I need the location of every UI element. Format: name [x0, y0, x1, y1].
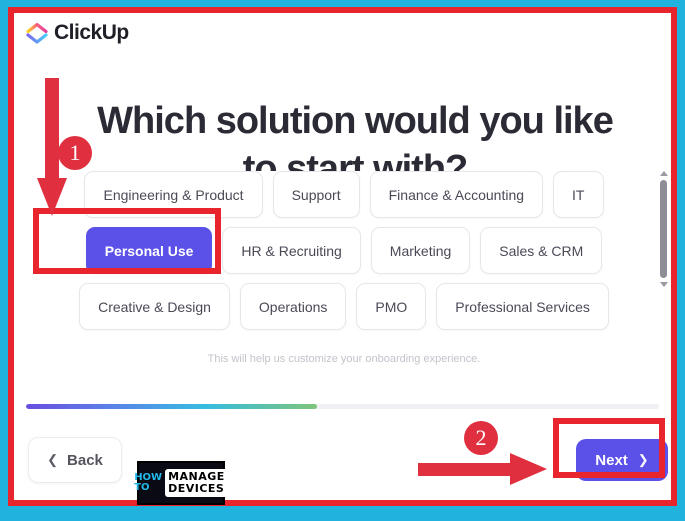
vertical-scrollbar[interactable]: [658, 171, 669, 411]
screenshot-root: ClickUp Which solution would you like to…: [0, 0, 685, 521]
option-pmo[interactable]: PMO: [356, 283, 427, 330]
scrollbar-thumb[interactable]: [660, 180, 667, 278]
progress-fill: [26, 404, 318, 409]
page-title-line1: Which solution would you like: [97, 100, 614, 142]
highlight-box-next: [553, 418, 665, 478]
red-right-arrow-icon: [418, 452, 548, 486]
scroll-down-arrow-icon[interactable]: [659, 282, 668, 287]
solution-options-panel: Engineering & Product Support Finance & …: [44, 171, 644, 381]
brand-logo: ClickUp: [26, 21, 129, 45]
option-marketing[interactable]: Marketing: [370, 227, 471, 274]
onboarding-progress-bar: [26, 404, 659, 409]
option-support[interactable]: Support: [272, 171, 360, 218]
brand-name: ClickUp: [54, 21, 129, 44]
watermark-howto: HOW TO: [134, 473, 162, 493]
option-professional-services[interactable]: Professional Services: [436, 283, 609, 330]
annotation-badge-1: 1: [58, 136, 92, 170]
option-sales-crm[interactable]: Sales & CRM: [480, 227, 603, 274]
option-operations[interactable]: Operations: [239, 283, 347, 330]
scroll-up-arrow-icon[interactable]: [659, 171, 668, 176]
options-row-3: Creative & Design Operations PMO Profess…: [44, 283, 644, 330]
helper-text: This will help us customize your onboard…: [207, 353, 481, 365]
option-creative-design[interactable]: Creative & Design: [79, 283, 230, 330]
back-button-label: Back: [67, 451, 103, 469]
chevron-left-icon: ❮: [47, 452, 59, 467]
annotation-badge-2: 2: [464, 421, 498, 455]
watermark-devices: DEVICES: [168, 482, 225, 495]
watermark-box: MANAGE DEVICES: [165, 469, 228, 497]
watermark-to: TO: [134, 482, 150, 493]
option-hr-recruiting[interactable]: HR & Recruiting: [222, 227, 361, 274]
clickup-arrow-logo-icon: [26, 22, 48, 44]
option-finance-accounting[interactable]: Finance & Accounting: [369, 171, 544, 218]
back-button[interactable]: ❮ Back: [28, 437, 122, 483]
option-it[interactable]: IT: [553, 171, 604, 218]
watermark-logo: HOW TO MANAGE DEVICES: [134, 461, 228, 505]
